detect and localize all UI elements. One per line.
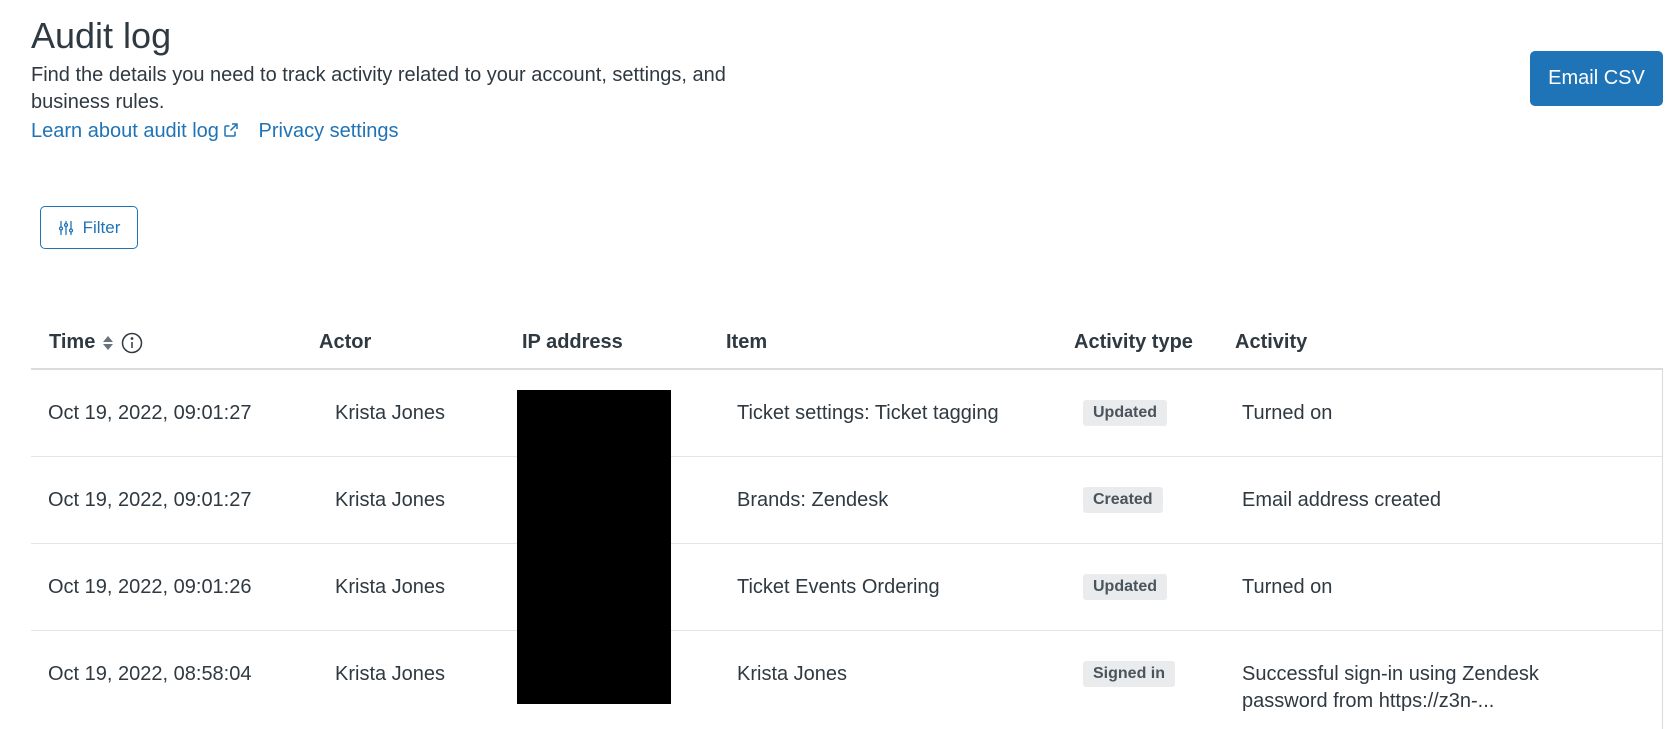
cell-item: Brands: Zendesk (737, 489, 889, 511)
cell-activity: Email address created (1242, 489, 1441, 511)
table-row[interactable]: Oct 19, 2022, 08:58:04 Krista Jones Kris… (31, 631, 1662, 729)
table-row[interactable]: Oct 19, 2022, 09:01:27 Krista Jones Bran… (31, 457, 1662, 544)
table-body: Oct 19, 2022, 09:01:27 Krista Jones Tick… (31, 370, 1663, 729)
learn-link-label: Learn about audit log (31, 120, 219, 142)
table-header: Time Actor IP address Item Activity type… (31, 313, 1663, 370)
cell-item: Ticket settings: Ticket tagging (737, 402, 999, 424)
activity-type-badge: Signed in (1083, 661, 1175, 687)
column-header-actor: Actor (319, 331, 372, 353)
activity-type-badge: Updated (1083, 574, 1167, 600)
column-header-time-label: Time (49, 331, 96, 353)
header-links: Learn about audit log Privacy settings (31, 118, 751, 145)
cell-item: Ticket Events Ordering (737, 576, 940, 598)
page-header: Audit log Find the details you need to t… (31, 14, 751, 145)
redacted-ip-block (517, 390, 671, 704)
audit-log-page: Audit log Find the details you need to t… (0, 0, 1680, 729)
filter-button[interactable]: Filter (40, 206, 138, 249)
sort-icon[interactable] (101, 333, 115, 353)
learn-about-audit-log-link[interactable]: Learn about audit log (31, 120, 239, 142)
privacy-settings-link[interactable]: Privacy settings (259, 120, 399, 142)
external-link-icon (224, 123, 238, 137)
cell-activity: Turned on (1242, 576, 1333, 598)
column-header-time[interactable]: Time (49, 331, 143, 354)
activity-type-badge: Updated (1083, 400, 1167, 426)
page-description: Find the details you need to track activ… (31, 64, 726, 113)
filter-button-label: Filter (82, 217, 121, 237)
column-header-item: Item (726, 331, 768, 353)
cell-time: Oct 19, 2022, 08:58:04 (48, 663, 252, 685)
table-row[interactable]: Oct 19, 2022, 09:01:27 Krista Jones Tick… (31, 370, 1662, 457)
activity-type-badge: Created (1083, 487, 1163, 513)
cell-time: Oct 19, 2022, 09:01:27 (48, 489, 252, 511)
column-header-activity: Activity (1235, 331, 1308, 353)
audit-log-table: Time Actor IP address Item Activity type… (31, 313, 1663, 729)
cell-actor: Krista Jones (335, 576, 446, 598)
column-header-activity-type: Activity type (1074, 331, 1193, 353)
cell-item: Krista Jones (737, 663, 848, 685)
page-title: Audit log (31, 15, 172, 56)
column-header-ip-address: IP address (522, 331, 623, 353)
email-csv-button[interactable]: Email CSV (1530, 51, 1663, 106)
cell-time: Oct 19, 2022, 09:01:27 (48, 402, 252, 424)
cell-actor: Krista Jones (335, 489, 446, 511)
sliders-icon (58, 220, 73, 235)
cell-activity: Successful sign-in using Zendesk passwor… (1242, 663, 1539, 712)
cell-time: Oct 19, 2022, 09:01:26 (48, 576, 252, 598)
info-icon[interactable] (121, 332, 143, 354)
cell-actor: Krista Jones (335, 663, 446, 685)
cell-actor: Krista Jones (335, 402, 446, 424)
table-row[interactable]: Oct 19, 2022, 09:01:26 Krista Jones Tick… (31, 544, 1662, 631)
cell-activity: Turned on (1242, 402, 1333, 424)
